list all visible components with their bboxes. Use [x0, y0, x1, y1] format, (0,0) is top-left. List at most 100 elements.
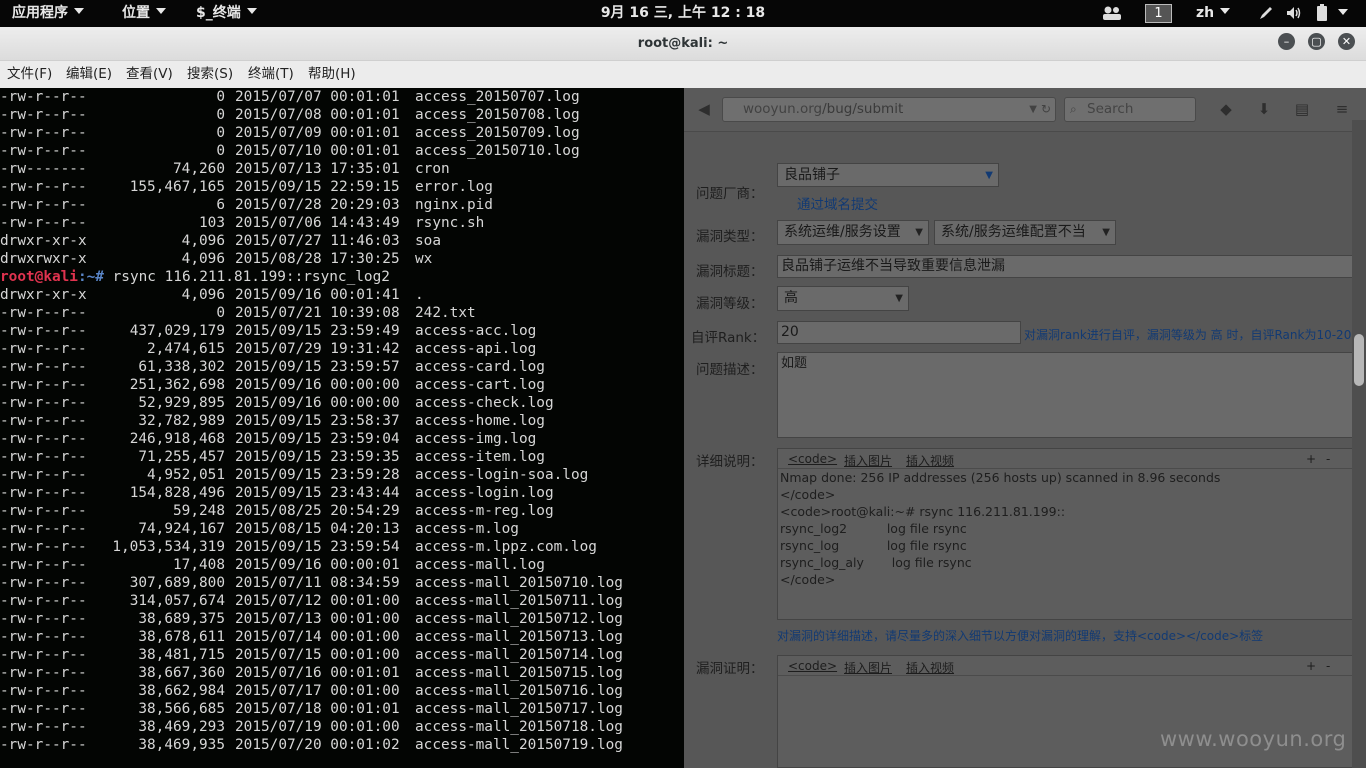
file-size: 4,096 — [181, 287, 225, 303]
language-label: zh — [1196, 5, 1215, 21]
insert-image-button[interactable]: 插入图片 — [844, 452, 892, 469]
insert-code-button[interactable]: <code> — [788, 452, 837, 466]
menu-search[interactable]: 搜索(S) — [187, 61, 233, 88]
menu-terminal[interactable]: 终端(T) — [248, 61, 294, 88]
file-name: access-m.lppz.com.log — [415, 539, 597, 555]
volume-icon[interactable] — [1285, 0, 1303, 27]
file-date: 2015/07/20 00:01:02 — [235, 737, 400, 753]
proof-editor[interactable]: <code> 插入图片 插入视频 + - — [777, 655, 1357, 768]
reader-icon[interactable]: ▤ — [1292, 99, 1312, 119]
detail-line: </code> — [780, 572, 836, 587]
dropdown-icon[interactable]: ▼ — [1029, 98, 1037, 121]
terminal-file-row: drwxr-xr-x 4,096 2015/07/27 11:46:03 soa — [0, 232, 684, 250]
file-date: 2015/08/25 20:54:29 — [235, 503, 400, 519]
network-icon[interactable] — [1102, 0, 1122, 27]
window-titlebar[interactable]: root@kali: ~ – ▢ ✕ — [0, 27, 1366, 61]
type-value-primary: 系统运维/服务设置 — [784, 224, 901, 240]
insert-video-button[interactable]: 插入视频 — [906, 659, 954, 676]
file-size: 0 — [216, 305, 225, 321]
insert-video-button[interactable]: 插入视频 — [906, 452, 954, 469]
detail-editor[interactable]: <code> 插入图片 插入视频 + - Nmap done: 256 IP a… — [777, 448, 1357, 620]
url-path: /bug/submit — [822, 101, 904, 117]
battery-icon[interactable] — [1316, 0, 1328, 27]
pen-icon[interactable] — [1258, 0, 1274, 27]
expand-icon[interactable]: + — [1306, 452, 1316, 466]
minimize-button[interactable]: – — [1278, 33, 1295, 50]
terminal-output[interactable]: root@kali:~# rsync 116.211.81.199::rsync… — [0, 88, 684, 768]
rank-input[interactable]: 20 — [777, 321, 1021, 344]
collapse-icon[interactable]: - — [1326, 452, 1330, 466]
detail-line: </code> — [780, 487, 836, 502]
title-input[interactable]: 良品铺子运维不当导致重要信息泄漏 — [777, 255, 1357, 278]
desc-label: 问题描述： — [696, 362, 764, 378]
back-icon[interactable]: ◀ — [694, 99, 714, 119]
level-select[interactable]: 高 ▼ — [777, 286, 909, 311]
file-date: 2015/07/12 00:01:00 — [235, 593, 400, 609]
file-date: 2015/07/28 20:29:03 — [235, 197, 400, 213]
file-date: 2015/07/14 00:01:00 — [235, 629, 400, 645]
scrollbar-thumb[interactable] — [1354, 334, 1364, 386]
menu-view[interactable]: 查看(V) — [126, 61, 173, 88]
file-size: 17,408 — [173, 557, 225, 573]
file-date: 2015/07/21 10:39:08 — [235, 305, 400, 321]
file-date: 2015/09/15 23:43:44 — [235, 485, 400, 501]
scrollbar-track[interactable] — [1352, 120, 1366, 768]
menu-file[interactable]: 文件(F) — [7, 61, 52, 88]
insert-image-button[interactable]: 插入图片 — [844, 659, 892, 676]
file-name: access-login.log — [415, 485, 554, 501]
file-date: 2015/07/17 00:01:00 — [235, 683, 400, 699]
menu-edit[interactable]: 编辑(E) — [66, 61, 112, 88]
reload-icon[interactable]: ↻ — [1041, 98, 1051, 121]
terminal-file-row: -rw-r--r-- 74,924,167 2015/08/15 04:20:13 a… — [0, 520, 684, 538]
file-name: access-acc.log — [415, 323, 537, 339]
terminal-file-row: -rw-r--r-- 437,029,179 2015/09/15 23:59:49… — [0, 322, 684, 340]
terminal-file-row: -rw-r--r-- 251,362,698 2015/09/16 00:00:00… — [0, 376, 684, 394]
menu-icon[interactable]: ≡ — [1332, 99, 1352, 119]
file-date: 2015/07/15 00:01:00 — [235, 647, 400, 663]
file-size: 155,467,165 — [129, 179, 225, 195]
desc-textarea[interactable]: 如题 — [777, 352, 1357, 438]
collapse-icon[interactable]: - — [1326, 659, 1330, 673]
type-select-primary[interactable]: 系统运维/服务设置 ▼ — [777, 220, 929, 245]
file-name: access-mall_20150716.log — [415, 683, 623, 699]
file-size: 38,689,375 — [138, 611, 225, 627]
menu-help[interactable]: 帮助(H) — [308, 61, 356, 88]
terminal-file-row: -rw-r--r-- 155,467,165 2015/09/15 22:59:15… — [0, 178, 684, 196]
chevron-down-icon: ▼ — [985, 170, 993, 181]
rank-label: 自评Rank： — [691, 330, 766, 346]
download-icon[interactable]: ⬇ — [1254, 99, 1274, 119]
terminal-file-row: -rw-r--r-- 6 2015/07/28 20:29:03 nginx.pid — [0, 196, 684, 214]
expand-icon[interactable]: + — [1306, 659, 1316, 673]
file-date: 2015/09/15 23:59:04 — [235, 431, 400, 447]
search-bar[interactable]: ⌕ Search — [1064, 97, 1196, 122]
terminal-file-row: -rw-r--r-- 38,566,685 2015/07/18 00:01:01 a… — [0, 700, 684, 718]
maximize-button[interactable]: ▢ — [1308, 33, 1325, 50]
url-domain: wooyun.org — [743, 101, 823, 117]
system-menu[interactable] — [1338, 0, 1348, 27]
domain-submit-link[interactable]: 通过域名提交 — [797, 193, 878, 213]
vendor-select[interactable]: 良品铺子 ▼ — [777, 163, 999, 187]
input-method-indicator[interactable]: zh — [1196, 0, 1231, 27]
type-select-secondary[interactable]: 系统/服务运维配置不当 ▼ — [934, 220, 1116, 245]
detail-note: 对漏洞的详细描述，请尽量多的深入细节以方便对漏洞的理解，支持<code></co… — [777, 629, 1264, 643]
file-date: 2015/09/15 23:58:37 — [235, 413, 400, 429]
addon-icon[interactable]: ◆ — [1216, 99, 1236, 119]
file-name: 242.txt — [415, 305, 476, 321]
file-date: 2015/09/15 23:59:28 — [235, 467, 400, 483]
file-size: 251,362,698 — [129, 377, 225, 393]
file-name: wx — [415, 251, 433, 267]
detail-line: rsync_log2 log file rsync — [780, 521, 967, 536]
close-button[interactable]: ✕ — [1338, 33, 1355, 50]
browser-overlay[interactable]: ◀ wooyun.org/bug/submit ▼ ↻ ⌕ Search ◆ ⬇ ▤ … — [684, 88, 1366, 768]
file-size: 61,338,302 — [138, 359, 225, 375]
terminal-file-row: -rw-r--r-- 307,689,800 2015/07/11 08:34:59… — [0, 574, 684, 592]
file-size: 32,782,989 — [138, 413, 225, 429]
terminal-file-row: -rw-r--r-- 0 2015/07/08 00:01:01 access_201… — [0, 106, 684, 124]
terminal-file-row: -rw-r--r-- 61,338,302 2015/09/15 23:59:57 a… — [0, 358, 684, 376]
proof-editor-toolbar: <code> 插入图片 插入视频 + - — [778, 656, 1356, 676]
url-bar[interactable]: wooyun.org/bug/submit ▼ ↻ — [722, 97, 1056, 122]
terminal-file-row: -rw-r--r-- 0 2015/07/10 00:01:01 access_201… — [0, 142, 684, 160]
file-size: 4,096 — [181, 251, 225, 267]
insert-code-button[interactable]: <code> — [788, 659, 837, 673]
workspace-indicator[interactable]: 1 — [1145, 4, 1172, 23]
